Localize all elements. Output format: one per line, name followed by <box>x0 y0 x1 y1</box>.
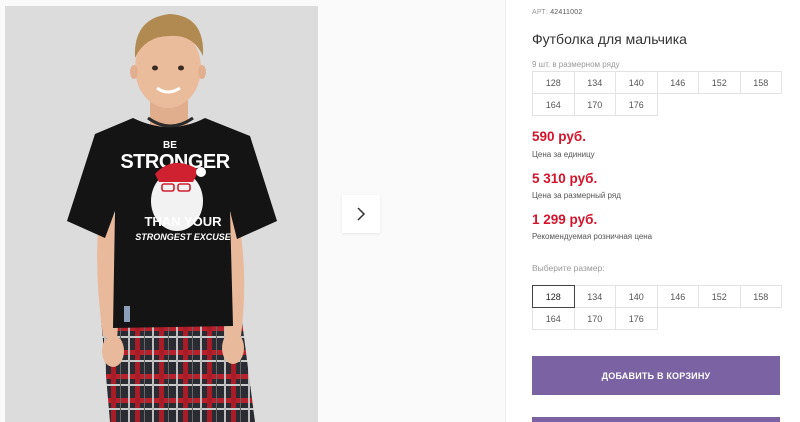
size-option[interactable]: 134 <box>573 285 616 308</box>
size-option[interactable]: 176 <box>615 307 658 330</box>
chevron-right-icon <box>357 207 366 221</box>
size-option[interactable]: 158 <box>739 285 782 308</box>
pack-size-cell: 128 <box>532 71 575 94</box>
pack-size-cell: 140 <box>615 71 658 94</box>
boy-in-tshirt-image: BE STRONGER THAN YOUR STRONGEST EXCUSE <box>5 6 318 422</box>
sku-label: АРТ: <box>532 9 549 16</box>
choose-size-label: Выберите размер: <box>532 263 605 273</box>
secondary-button-edge[interactable] <box>532 417 780 422</box>
sku-value: 42411002 <box>550 9 583 16</box>
retail-price: 1 299 руб. <box>532 212 598 227</box>
size-row: 164 170 176 <box>532 307 787 330</box>
size-option[interactable]: 140 <box>615 285 658 308</box>
pack-size-cell: 152 <box>698 71 741 94</box>
pack-size-cell: 170 <box>573 93 616 116</box>
product-photo: BE STRONGER THAN YOUR STRONGEST EXCUSE <box>5 6 318 422</box>
pack-price-label: Цена за размерный ряд <box>532 191 621 200</box>
size-option[interactable]: 146 <box>656 285 699 308</box>
size-option[interactable]: 170 <box>573 307 616 330</box>
size-option[interactable]: 152 <box>698 285 741 308</box>
pack-size-grid: 128 134 140 146 152 158 164 170 176 <box>532 71 787 116</box>
product-gallery: BE STRONGER THAN YOUR STRONGEST EXCUSE <box>0 0 505 422</box>
size-selector: 128 134 140 146 152 158 164 170 176 <box>532 285 787 330</box>
pack-size-cell: 164 <box>532 93 575 116</box>
pack-note: 9 шт. в размерном ряду <box>532 60 620 69</box>
print-line4: STRONGEST EXCUSE <box>135 232 232 242</box>
retail-price-label: Рекомендуемая розничная цена <box>532 232 653 241</box>
product-title: Футболка для мальчика <box>532 31 687 47</box>
pack-size-cell: 158 <box>739 71 782 94</box>
pack-size-cell: 146 <box>656 71 699 94</box>
next-image-button[interactable] <box>342 195 380 233</box>
add-to-cart-button[interactable]: ДОБАВИТЬ В КОРЗИНУ <box>532 356 780 395</box>
pack-price: 5 310 руб. <box>532 171 598 186</box>
pack-size-cell: 176 <box>615 93 658 116</box>
size-option[interactable]: 164 <box>532 307 575 330</box>
sku: АРТ: 42411002 <box>532 9 582 16</box>
unit-price: 590 руб. <box>532 129 586 144</box>
print-line1: BE <box>163 140 177 151</box>
divider <box>505 0 506 422</box>
pack-size-row: 164 170 176 <box>532 93 787 116</box>
size-option-selected[interactable]: 128 <box>532 285 575 308</box>
unit-price-label: Цена за единицу <box>532 150 595 159</box>
pack-size-cell: 134 <box>573 71 616 94</box>
print-line3: THAN YOUR <box>144 214 222 229</box>
pack-size-row: 128 134 140 146 152 158 <box>532 71 787 94</box>
size-row: 128 134 140 146 152 158 <box>532 285 787 308</box>
